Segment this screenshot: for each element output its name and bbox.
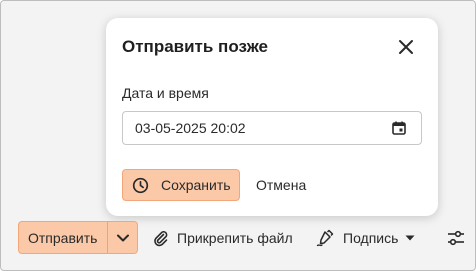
datetime-label: Дата и время <box>122 85 209 101</box>
close-button[interactable] <box>394 35 418 59</box>
datetime-input[interactable]: 03-05-2025 20:02 <box>122 111 422 145</box>
attach-file-label: Прикрепить файл <box>177 229 293 246</box>
send-button[interactable]: Отправить <box>19 222 107 253</box>
send-options-button[interactable] <box>108 222 137 253</box>
calendar-icon[interactable] <box>391 120 407 136</box>
clock-icon <box>132 177 149 193</box>
send-split-button: Отправить <box>18 221 138 254</box>
signature-label: Подпись <box>343 229 399 246</box>
chevron-down-icon <box>116 234 129 241</box>
dialog-title: Отправить позже <box>122 37 268 56</box>
close-icon <box>399 40 413 54</box>
sliders-icon <box>448 230 464 246</box>
schedule-send-dialog: Отправить позже Дата и время 03-05-2025 … <box>106 18 438 216</box>
save-button-label: Сохранить <box>161 177 231 193</box>
attach-file-button[interactable]: Прикрепить файл <box>152 221 293 254</box>
paperclip-icon <box>154 230 168 246</box>
cancel-button[interactable]: Отмена <box>256 169 306 201</box>
datetime-value: 03-05-2025 20:02 <box>135 120 246 136</box>
settings-button[interactable] <box>444 226 468 250</box>
pen-icon <box>316 229 334 246</box>
save-button[interactable]: Сохранить <box>122 169 240 201</box>
signature-button[interactable]: Подпись <box>316 221 415 254</box>
caret-down-icon <box>405 235 415 240</box>
